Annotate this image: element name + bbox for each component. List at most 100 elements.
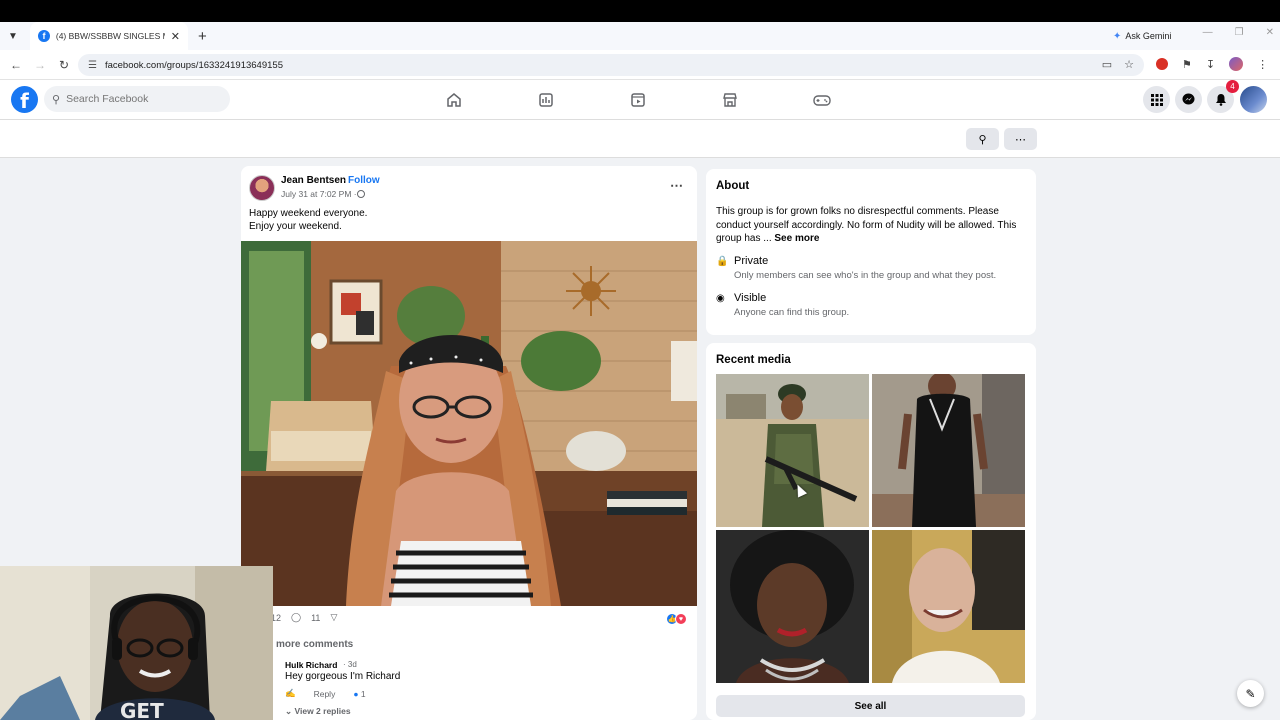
post-author-name[interactable]: Jean Bentsen — [281, 175, 346, 186]
like-thumb-icon[interactable]: ✍ — [285, 688, 296, 699]
share-icon[interactable]: ▽ — [330, 612, 337, 623]
extensions-puzzle-icon[interactable]: ⚑ — [1182, 58, 1192, 71]
feeds-nav-icon[interactable] — [536, 90, 556, 110]
about-card: About This group is for grown folks no d… — [706, 169, 1036, 335]
restore-icon[interactable]: ❐ — [1235, 27, 1244, 38]
view-replies-link[interactable]: ⌄ View 2 replies — [285, 706, 351, 717]
window-close-icon[interactable]: ✕ — [1266, 27, 1274, 38]
post-separator: · — [343, 175, 347, 186]
visible-title: Visible — [734, 292, 767, 304]
notification-badge: 4 — [1226, 80, 1239, 93]
facebook-favicon-icon: f — [38, 30, 50, 42]
forward-arrow-icon[interactable]: → — [28, 58, 52, 72]
media-thumbnail[interactable] — [872, 374, 1025, 527]
tab-title: (4) BBW/SSBBW SINGLES MEET — [55, 31, 165, 41]
about-description-text: This group is for grown folks no disresp… — [716, 206, 1017, 244]
recent-media-card: Recent media See all — [706, 343, 1036, 720]
private-description: Only members can see who's in the group … — [734, 270, 997, 281]
messenger-icon[interactable] — [1175, 86, 1202, 113]
comment-icon[interactable]: ◯ — [291, 612, 301, 623]
facebook-search-input[interactable] — [66, 93, 217, 105]
video-nav-icon[interactable] — [628, 90, 648, 110]
gemini-spark-icon: ✦ — [1113, 30, 1122, 42]
top-black-bar — [0, 0, 1280, 22]
comment-age: · 3d — [343, 660, 357, 669]
browser-toolbar-right: ⚑ ↧ ⋮ — [1156, 57, 1268, 71]
media-thumbnail[interactable] — [716, 530, 869, 683]
account-avatar[interactable] — [1240, 86, 1267, 113]
comment-count[interactable]: 11 — [311, 613, 320, 623]
about-title: About — [716, 180, 750, 192]
site-info-icon[interactable]: ☰ — [88, 60, 97, 71]
browser-tab-strip: ▼ f (4) BBW/SSBBW SINGLES MEET ✕ + — [0, 22, 1280, 50]
audience-globe-icon — [357, 190, 365, 198]
compose-message-icon[interactable]: ✎ — [1237, 680, 1264, 707]
browser-menu-icon[interactable]: ⋮ — [1257, 58, 1268, 71]
post-card: Jean Bentsen · Follow July 31 at 7:02 PM… — [241, 166, 697, 720]
download-icon[interactable]: ↧ — [1206, 58, 1215, 71]
more-dots-icon: ⋯ — [1015, 133, 1026, 146]
profile-avatar-icon[interactable] — [1229, 57, 1244, 71]
post-text-line1: Happy weekend everyone. — [249, 208, 368, 219]
extension-red-icon[interactable] — [1156, 58, 1168, 70]
group-toolbar: ⚲ ⋯ — [0, 120, 1280, 158]
lock-icon: 🔒 — [716, 256, 729, 267]
tab-list-chevron-icon[interactable]: ▼ — [0, 31, 26, 42]
facebook-logo-icon[interactable]: f — [11, 86, 38, 113]
ask-gemini-label: Ask Gemini — [1125, 31, 1172, 41]
home-nav-icon[interactable] — [444, 90, 464, 110]
facebook-search-box[interactable]: ⚲ — [44, 86, 230, 112]
comment-text: Hey gorgeous I'm Richard — [285, 671, 401, 682]
search-icon: ⚲ — [52, 93, 61, 106]
follow-link[interactable]: Follow — [348, 175, 380, 186]
view-replies-label: View 2 replies — [294, 706, 351, 716]
minimize-icon[interactable]: — — [1203, 27, 1213, 38]
post-image[interactable] — [241, 241, 697, 606]
comment-like-number: 1 — [360, 688, 366, 699]
comment-actions: ✍ Reply ● 1 — [285, 688, 366, 699]
media-thumbnail[interactable] — [872, 530, 1025, 683]
new-tab-plus-icon[interactable]: + — [198, 28, 207, 45]
svg-text:GET: GET — [120, 699, 164, 720]
browser-tab[interactable]: f (4) BBW/SSBBW SINGLES MEET ✕ — [30, 22, 188, 50]
post-options-icon[interactable]: ⋯ — [670, 178, 683, 194]
see-all-media-button[interactable]: See all — [716, 695, 1025, 717]
url-text: facebook.com/groups/1633241913649155 — [104, 59, 283, 71]
menu-grid-icon[interactable] — [1143, 86, 1170, 113]
omnibox[interactable]: ☰ facebook.com/groups/1633241913649155 ▭… — [78, 54, 1144, 76]
facebook-header: f ⚲ 4 — [0, 80, 1280, 120]
recent-media-title: Recent media — [716, 354, 791, 366]
visible-description: Anyone can find this group. — [734, 307, 850, 318]
reaction-icons[interactable]: 👍 ♥ — [666, 613, 687, 625]
marketplace-nav-icon[interactable] — [720, 90, 740, 110]
bookmark-star-icon[interactable]: ☆ — [1124, 58, 1134, 71]
see-more-link[interactable]: See more — [774, 233, 819, 244]
search-icon: ⚲ — [978, 133, 987, 146]
cast-icon[interactable]: ▭ — [1102, 58, 1112, 71]
love-reaction-icon: ♥ — [675, 613, 687, 625]
gaming-nav-icon[interactable] — [812, 90, 832, 110]
window-controls: — ❐ ✕ — [1203, 27, 1274, 38]
omnibox-actions: ▭ ☆ — [1102, 58, 1134, 71]
comment-like-count: ● 1 — [353, 689, 365, 699]
view-more-comments-link[interactable]: more comments — [276, 639, 353, 650]
reload-icon[interactable]: ↻ — [52, 58, 76, 72]
post-timestamp[interactable]: July 31 at 7:02 PM · — [281, 189, 357, 199]
reply-link[interactable]: Reply — [314, 689, 336, 699]
ask-gemini-button[interactable]: ✦ Ask Gemini — [1113, 27, 1171, 45]
webcam-overlay: GET — [0, 566, 273, 720]
like-reaction-icon: ● — [353, 688, 359, 699]
private-title: Private — [734, 255, 769, 267]
about-description: This group is for grown folks no disresp… — [716, 205, 1028, 246]
post-text-line2: Enjoy your weekend. — [249, 221, 342, 232]
post-author-avatar[interactable] — [249, 175, 275, 201]
back-arrow-icon[interactable]: ← — [4, 58, 28, 72]
comment-author[interactable]: Hulk Richard — [285, 660, 337, 670]
group-search-button[interactable]: ⚲ — [966, 128, 999, 150]
group-more-button[interactable]: ⋯ — [1004, 128, 1037, 150]
media-thumbnail[interactable] — [716, 374, 869, 527]
notifications-bell-icon[interactable]: 4 — [1207, 80, 1239, 113]
close-tab-icon[interactable]: ✕ — [171, 30, 180, 43]
eye-icon: ◉ — [716, 293, 725, 304]
post-action-row: 12 ◯ 11 ▽ — [271, 612, 337, 623]
